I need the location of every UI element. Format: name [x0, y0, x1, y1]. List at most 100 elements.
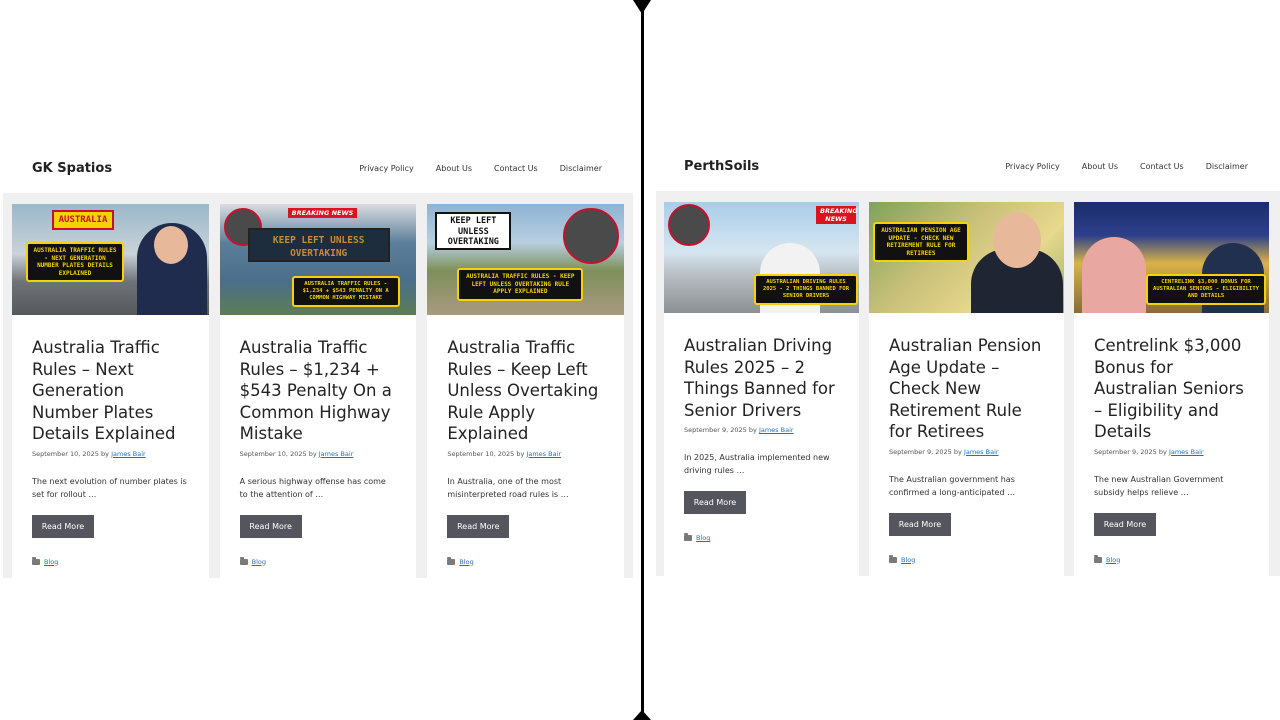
site-header: GK Spatios Privacy Policy About Us Conta… [0, 150, 640, 186]
post-excerpt: In 2025, Australia implemented new drivi… [684, 453, 830, 475]
nav-about-us[interactable]: About Us [436, 164, 472, 173]
post-meta-by: by [748, 426, 757, 434]
post-categories: Blog [239, 556, 397, 566]
post-excerpt: A serious highway offense has come to th… [239, 476, 386, 499]
thumbnail-portrait [563, 208, 620, 264]
comparison-divider [641, 0, 644, 720]
read-more-button[interactable]: Read More [447, 514, 510, 538]
post-card: AUSTRALIA AUSTRALIA TRAFFIC RULES - NEXT… [12, 204, 209, 578]
post-thumbnail[interactable]: BREAKING NEWS KEEP LEFT UNLESS OVERTAKIN… [219, 204, 417, 315]
post-card: BREAKING NEWS KEEP LEFT UNLESS OVERTAKIN… [219, 204, 417, 578]
post-author-link[interactable]: James Bair [526, 450, 561, 458]
thumbnail-caption: CENTRELINK $3,000 BONUS FOR AUSTRALIAN S… [1146, 274, 1266, 305]
thumbnail-caption: AUSTRALIA TRAFFIC RULES - NEXT GENERATIO… [26, 242, 124, 282]
category-link[interactable]: Blog [252, 558, 266, 566]
thumbnail-caption: AUSTRALIAN DRIVING RULES 2025 - 2 THINGS… [754, 274, 858, 305]
post-thumbnail[interactable]: AUSTRALIA AUSTRALIA TRAFFIC RULES - NEXT… [12, 204, 209, 315]
post-author-link[interactable]: James Bair [111, 450, 146, 458]
thumbnail-portrait [668, 204, 710, 246]
post-title[interactable]: Australia Traffic Rules – Keep Left Unle… [447, 337, 604, 445]
thumbnail-caption: AUSTRALIA TRAFFIC RULES - $1,234 + $543 … [291, 276, 400, 307]
post-meta-by: by [1158, 447, 1167, 456]
site-title[interactable]: GK Spatios [32, 161, 112, 176]
folder-icon [32, 556, 40, 565]
post-categories: Blog [1094, 554, 1249, 564]
post-thumbnail[interactable]: BREAKING NEWS AUSTRALIAN DRIVING RULES 2… [664, 202, 859, 313]
post-meta: September 10, 2025 by James Bair [240, 450, 397, 458]
thumbnail-sign-text: KEEP LEFT UNLESS OVERTAKING [435, 212, 512, 250]
category-link[interactable]: Blog [1106, 556, 1120, 564]
post-meta-by: by [308, 449, 317, 458]
folder-icon [684, 533, 692, 541]
read-more-button[interactable]: Read More [32, 514, 94, 538]
post-meta: September 9, 2025 by James Bair [1094, 448, 1249, 456]
post-author-link[interactable]: James Bair [319, 450, 354, 458]
category-link[interactable]: Blog [901, 556, 915, 564]
post-title[interactable]: Centrelink $3,000 Bonus for Australian S… [1094, 335, 1249, 443]
post-excerpt: The new Australian Government subsidy he… [1094, 474, 1224, 497]
post-date: September 9, 2025 [889, 447, 952, 456]
post-meta-by: by [516, 449, 525, 458]
post-categories: Blog [447, 556, 604, 566]
post-categories: Blog [889, 554, 1044, 564]
thumbnail-face [154, 226, 188, 264]
nav-contact-us[interactable]: Contact Us [494, 164, 538, 173]
post-card: AUSTRALIAN PENSION AGE UPDATE - CHECK NE… [869, 202, 1064, 576]
read-more-button[interactable]: Read More [684, 491, 746, 514]
category-link[interactable]: Blog [696, 534, 710, 542]
post-author-link[interactable]: James Bair [964, 448, 999, 456]
post-date: September 9, 2025 [684, 426, 747, 434]
thumbnail-sign-text: KEEP LEFT UNLESS OVERTAKING [247, 228, 390, 262]
thumbnail-caption: AUSTRALIA TRAFFIC RULES - KEEP LEFT UNLE… [457, 268, 584, 301]
read-more-button[interactable]: Read More [239, 514, 302, 538]
thumbnail-person [1082, 237, 1146, 313]
post-meta: September 9, 2025 by James Bair [684, 426, 839, 434]
post-thumbnail[interactable]: CENTRELINK $3,000 BONUS FOR AUSTRALIAN S… [1074, 202, 1269, 313]
post-meta: September 9, 2025 by James Bair [889, 448, 1044, 456]
post-excerpt: The next evolution of number plates is s… [32, 476, 187, 499]
nav-disclaimer[interactable]: Disclaimer [560, 164, 602, 173]
post-author-link[interactable]: James Bair [1169, 448, 1204, 456]
site-title[interactable]: PerthSoils [684, 159, 759, 174]
post-date: September 10, 2025 [447, 449, 515, 458]
nav-about-us[interactable]: About Us [1082, 162, 1118, 171]
category-link[interactable]: Blog [44, 558, 58, 566]
nav-privacy-policy[interactable]: Privacy Policy [359, 164, 414, 173]
nav-privacy-policy[interactable]: Privacy Policy [1005, 162, 1060, 171]
post-author-link[interactable]: James Bair [759, 426, 794, 434]
category-link[interactable]: Blog [459, 558, 473, 566]
post-title[interactable]: Australia Traffic Rules – Next Generatio… [32, 337, 189, 445]
post-meta: September 10, 2025 by James Bair [447, 450, 604, 458]
post-thumbnail[interactable]: AUSTRALIAN PENSION AGE UPDATE - CHECK NE… [869, 202, 1064, 313]
thumbnail-face [993, 212, 1041, 268]
post-card: CENTRELINK $3,000 BONUS FOR AUSTRALIAN S… [1074, 202, 1269, 576]
post-meta-by: by [953, 447, 962, 456]
left-website-screenshot: GK Spatios Privacy Policy About Us Conta… [0, 0, 640, 720]
post-excerpt: The Australian government has confirmed … [889, 474, 1016, 497]
post-date: September 10, 2025 [239, 449, 307, 458]
nav-disclaimer[interactable]: Disclaimer [1206, 162, 1248, 171]
post-categories: Blog [684, 533, 839, 542]
folder-icon [447, 556, 456, 565]
post-meta: September 10, 2025 by James Bair [32, 450, 189, 458]
thumbnail-sign-text: AUSTRALIA [52, 210, 114, 230]
post-excerpt: In Australia, one of the most misinterpr… [447, 476, 569, 499]
post-title[interactable]: Australian Driving Rules 2025 – 2 Things… [684, 335, 839, 421]
post-grid: BREAKING NEWS AUSTRALIAN DRIVING RULES 2… [656, 191, 1280, 576]
post-title[interactable]: Australian Pension Age Update – Check Ne… [889, 335, 1044, 443]
post-meta-by: by [101, 449, 110, 458]
folder-icon [889, 554, 897, 563]
read-more-button[interactable]: Read More [1094, 512, 1156, 536]
post-date: September 10, 2025 [32, 449, 99, 458]
thumbnail-badge: BREAKING NEWS [287, 208, 358, 218]
main-nav: Privacy Policy About Us Contact Us Discl… [359, 164, 602, 173]
nav-contact-us[interactable]: Contact Us [1140, 162, 1184, 171]
read-more-button[interactable]: Read More [889, 512, 951, 536]
main-nav: Privacy Policy About Us Contact Us Discl… [1005, 162, 1248, 171]
post-card: KEEP LEFT UNLESS OVERTAKING AUSTRALIA TR… [427, 204, 625, 578]
right-website-screenshot: PerthSoils Privacy Policy About Us Conta… [646, 0, 1280, 720]
post-title[interactable]: Australia Traffic Rules – $1,234 + $543 … [240, 337, 397, 445]
site-header: PerthSoils Privacy Policy About Us Conta… [646, 148, 1280, 184]
post-thumbnail[interactable]: KEEP LEFT UNLESS OVERTAKING AUSTRALIA TR… [427, 204, 625, 315]
post-categories: Blog [32, 556, 189, 566]
